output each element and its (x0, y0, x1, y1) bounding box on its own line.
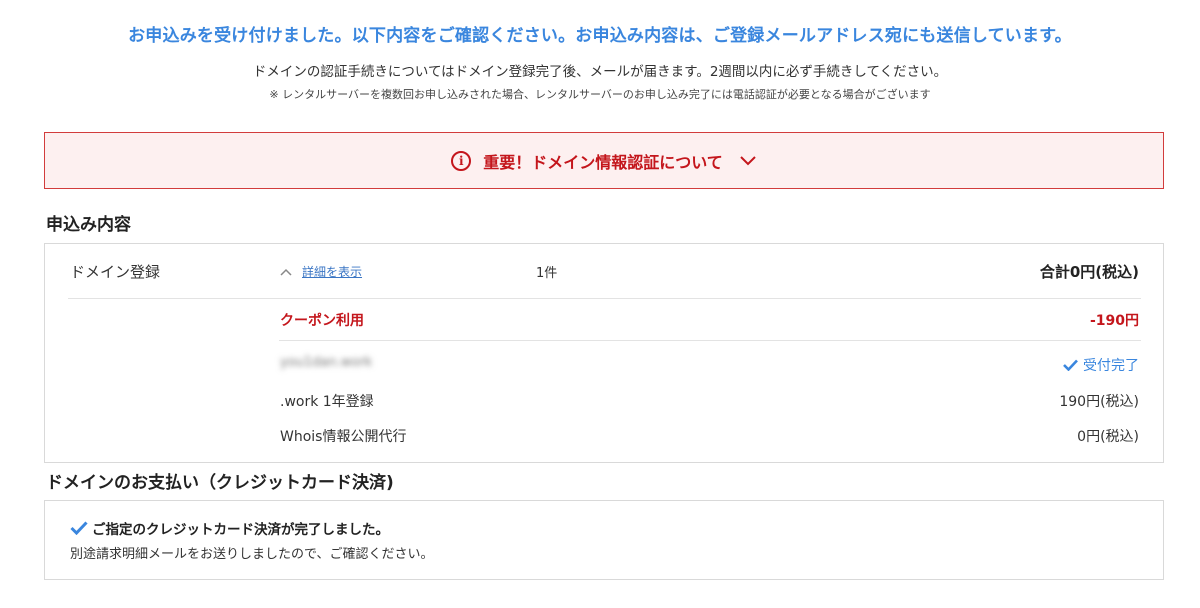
payment-complete-line: ご指定のクレジットカード決済が完了しました。 (70, 518, 389, 538)
chevron-up-icon (280, 267, 292, 277)
line-item-label: Whois情報公開代行 (280, 429, 407, 445)
status-text: 受付完了 (1083, 358, 1139, 374)
info-icon: i (451, 150, 472, 171)
line-item-label: .work 1年登録 (280, 394, 374, 410)
order-section-title: 申込み内容 (46, 215, 131, 235)
chevron-down-icon (739, 154, 757, 168)
server-phone-auth-note: ※ レンタルサーバーを複数回お申し込みされた場合、レンタルサーバーのお申し込み完… (269, 88, 931, 101)
domain-auth-alert-toggle[interactable]: i 重要！ドメイン情報認証について (44, 132, 1164, 189)
line-item-price: 190円(税込) (1059, 394, 1139, 410)
domain-name: you1dan.work (280, 355, 373, 370)
confirmation-headline: お申込みを受け付けました。以下内容をご確認ください。お申込み内容は、ご登録メール… (128, 26, 1072, 46)
divider (279, 340, 1141, 341)
order-total: 合計0円(税込) (1039, 263, 1139, 281)
show-details-toggle[interactable]: 詳細を表示 (280, 263, 362, 280)
payment-complete-title: ご指定のクレジットカード決済が完了しました。 (92, 522, 389, 538)
item-name: ドメイン登録 (70, 263, 161, 281)
check-icon (1063, 359, 1078, 371)
domain-auth-notice: ドメインの認証手続きについてはドメイン登録完了後、メールが届きます。2週間以内に… (252, 64, 948, 80)
order-summary-panel: ドメイン登録 詳細を表示 1件 合計0円(税込) クーポン利用 -190円 yo… (44, 243, 1164, 463)
divider (68, 298, 1141, 299)
payment-section-title: ドメインのお支払い（クレジットカード決済) (46, 473, 394, 493)
show-details-link[interactable]: 詳細を表示 (302, 263, 362, 280)
item-quantity: 1件 (536, 266, 558, 281)
coupon-label: クーポン利用 (280, 313, 364, 329)
coupon-amount: -190円 (1089, 313, 1139, 329)
alert-text: 重要！ドメイン情報認証について (483, 152, 723, 172)
payment-result-panel: ご指定のクレジットカード決済が完了しました。 別途請求明細メールをお送りしました… (44, 500, 1164, 580)
line-item-price: 0円(税込) (1077, 429, 1139, 445)
payment-description: 別途請求明細メールをお送りしましたので、ご確認ください。 (70, 547, 434, 562)
status-badge: 受付完了 (1063, 355, 1139, 375)
check-icon (70, 521, 88, 535)
